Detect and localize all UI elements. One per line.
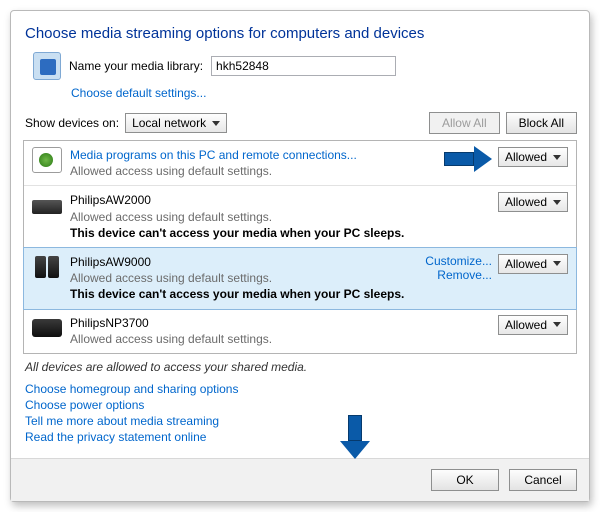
page-title: Choose media streaming options for compu… (25, 25, 577, 42)
speaker-device-icon (32, 200, 62, 214)
ok-button[interactable]: OK (431, 469, 499, 491)
device-row: PhilipsNP3700 Allowed access using defau… (24, 309, 576, 353)
device-sleep-warning: This device can't access your media when… (70, 286, 417, 302)
arrow-right-icon (444, 147, 492, 171)
cancel-button[interactable]: Cancel (509, 469, 577, 491)
arrow-down-icon (341, 415, 369, 457)
printer-device-icon (32, 319, 62, 337)
chevron-down-icon (553, 322, 561, 327)
device-list: Media programs on this PC and remote con… (23, 140, 577, 354)
show-devices-row: Show devices on: Local network Allow All… (25, 112, 577, 134)
help-links: Choose homegroup and sharing options Cho… (25, 382, 575, 444)
device-row: Media programs on this PC and remote con… (24, 141, 576, 186)
device-status: Allowed access using default settings. (70, 163, 436, 179)
chevron-down-icon (553, 155, 561, 160)
homegroup-link[interactable]: Choose homegroup and sharing options (25, 382, 575, 396)
dialog-button-bar: OK Cancel (11, 458, 589, 501)
allow-all-button[interactable]: Allow All (429, 112, 500, 134)
device-sleep-warning: This device can't access your media when… (70, 225, 490, 241)
permission-dropdown[interactable]: Allowed (498, 315, 568, 335)
scope-dropdown[interactable]: Local network (125, 113, 227, 133)
permission-dropdown[interactable]: Allowed (498, 254, 568, 274)
permission-dropdown[interactable]: Allowed (498, 147, 568, 167)
speaker-device-icon (32, 254, 62, 280)
privacy-link[interactable]: Read the privacy statement online (25, 430, 575, 444)
library-name-input[interactable] (211, 56, 396, 76)
device-name: PhilipsNP3700 (70, 315, 490, 331)
more-info-link[interactable]: Tell me more about media streaming (25, 414, 575, 428)
permission-dropdown[interactable]: Allowed (498, 192, 568, 212)
device-status: Allowed access using default settings. (70, 331, 490, 347)
device-row-selected[interactable]: PhilipsAW9000 Allowed access using defau… (23, 247, 577, 310)
choose-default-settings-link[interactable]: Choose default settings... (71, 86, 206, 100)
device-status: Allowed access using default settings. (70, 209, 490, 225)
block-all-button[interactable]: Block All (506, 112, 577, 134)
chevron-down-icon (212, 121, 220, 126)
device-name: PhilipsAW2000 (70, 192, 490, 208)
library-label: Name your media library: (69, 59, 203, 73)
device-status: Allowed access using default settings. (70, 270, 417, 286)
customize-link[interactable]: Customize... (425, 254, 492, 268)
show-devices-label: Show devices on: (25, 116, 119, 130)
device-name: PhilipsAW9000 (70, 254, 417, 270)
media-program-icon (32, 147, 62, 173)
library-icon (33, 52, 61, 80)
power-options-link[interactable]: Choose power options (25, 398, 575, 412)
remove-link[interactable]: Remove... (425, 268, 492, 282)
media-streaming-dialog: Choose media streaming options for compu… (10, 10, 590, 502)
scope-value: Local network (132, 116, 206, 130)
device-row: PhilipsAW2000 Allowed access using defau… (24, 186, 576, 248)
device-name-link[interactable]: Media programs on this PC and remote con… (70, 147, 436, 163)
footer-note: All devices are allowed to access your s… (25, 360, 575, 374)
chevron-down-icon (553, 261, 561, 266)
library-row: Name your media library: (33, 52, 577, 80)
chevron-down-icon (553, 200, 561, 205)
